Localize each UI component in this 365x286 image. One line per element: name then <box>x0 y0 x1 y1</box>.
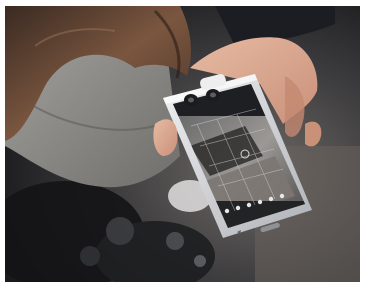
toolbar-icon-4 <box>257 199 263 205</box>
blurred-foreground <box>5 180 215 282</box>
toolbar-icon-1 <box>224 208 230 214</box>
photo <box>5 6 360 282</box>
toolbar-icon-5 <box>268 196 274 202</box>
toolbar-icon-2 <box>235 205 241 211</box>
photo-illustration <box>5 6 360 282</box>
toolbar-icon-6 <box>279 193 285 199</box>
toolbar-icon-3 <box>246 202 252 208</box>
